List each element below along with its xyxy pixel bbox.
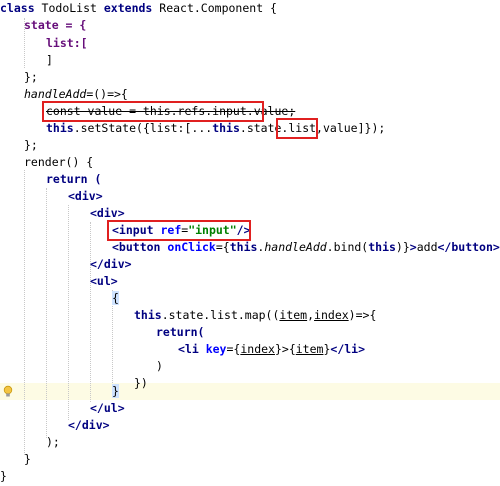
code-line-2: state = {	[24, 18, 87, 32]
code-line-15: <button onClick={this.handleAdd.bind(thi…	[112, 240, 500, 254]
indent-guide	[68, 205, 70, 420]
indent-guide	[24, 170, 26, 455]
code-line-1: class TodoList extends React.Component {	[0, 1, 277, 15]
code-line-20: return(	[156, 325, 205, 339]
annotation-box-value	[276, 118, 318, 139]
code-line-10: render() {	[24, 155, 94, 169]
current-line-highlight	[0, 383, 500, 400]
code-line-23: })	[134, 376, 148, 390]
code-line-5: };	[24, 70, 38, 84]
code-line-26: </div>	[68, 418, 110, 432]
code-line-4: ]	[46, 53, 53, 67]
code-line-16: </div>	[90, 257, 132, 271]
lightbulb-icon[interactable]	[3, 385, 13, 398]
code-line-25: </ul>	[90, 401, 125, 415]
code-line-3: list:[	[46, 36, 88, 50]
code-line-24: }	[112, 384, 119, 398]
code-line-18: {	[112, 291, 119, 305]
code-line-21: <li key={index}>{item}</li>	[178, 342, 366, 356]
code-editor[interactable]: class TodoList extends React.Component {…	[0, 0, 500, 486]
indent-guide	[46, 188, 48, 438]
code-line-29: }	[0, 469, 7, 483]
code-line-9: };	[24, 138, 38, 152]
code-line-17: <ul>	[90, 274, 118, 288]
code-line-12: <div>	[68, 189, 103, 203]
code-line-11: return (	[46, 172, 102, 186]
code-line-28: }	[24, 452, 31, 466]
indent-guide	[90, 222, 92, 402]
annotation-box-input	[107, 220, 251, 241]
code-line-19: this.state.list.map((item,index)=>{	[134, 308, 377, 322]
code-line-22: )	[156, 359, 163, 373]
code-line-27: );	[46, 435, 60, 449]
code-line-8: this.setState({list:[...this.state.list,…	[46, 121, 386, 135]
annotation-box-const-line	[42, 101, 264, 122]
